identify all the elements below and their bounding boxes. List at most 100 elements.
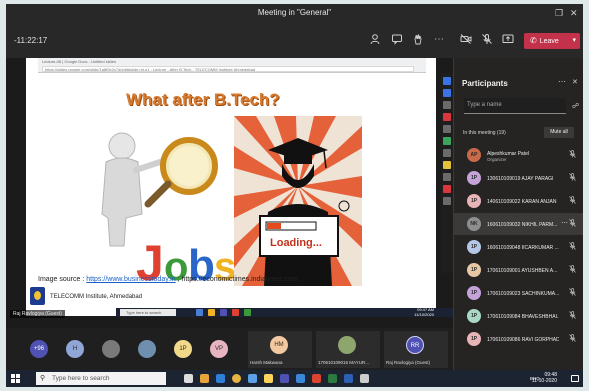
participant-row[interactable]: 1P 170610109023 SACHINKUMA... (454, 282, 583, 304)
participant-bubble[interactable] (138, 340, 156, 358)
avatar: 1P (467, 194, 481, 208)
meeting-timer: -11:22:17 (14, 36, 48, 45)
share-screen-icon[interactable] (501, 33, 515, 47)
participant-row[interactable]: NK 160610109032 NIKHIL PARM... ⋯ (454, 213, 583, 235)
annotation-palette (441, 73, 453, 273)
overflow-participants-bubble[interactable]: +96 (30, 340, 48, 358)
participant-row[interactable]: 1P 170610109086 RAVI GORPHAD (454, 328, 583, 350)
participant-row[interactable]: 1P 170610109001 AYUSHBEN A... (454, 259, 583, 281)
mute-all-button[interactable]: Mute all (544, 127, 574, 138)
tile-label: Harsh Makwana (250, 360, 283, 365)
chrome-icon[interactable] (232, 374, 241, 383)
browser-address: https://slides.google.com/slide/1a8f0e2c… (42, 66, 414, 72)
teams-icon[interactable] (280, 374, 289, 383)
participant-row[interactable]: 1P 160610109048 IICARKUMAR ... (454, 236, 583, 258)
avatar: NK (467, 217, 481, 231)
chevron-down-icon[interactable]: ▾ (572, 33, 576, 49)
participant-row[interactable]: 1P 170610109084 BHAVESHBHAI... (454, 305, 583, 327)
participant-strip: +96 H 1P VP HM Harsh Makwana 170610109016 MAY… (6, 328, 453, 370)
pen-green-tool[interactable] (443, 137, 451, 145)
avatar: 1P (467, 309, 481, 323)
restore-icon[interactable]: ❐ (555, 8, 563, 19)
system-clock[interactable]: 09:48 11-10-2020 (532, 372, 557, 384)
participant-search-input[interactable]: Type a name (464, 98, 566, 114)
jobs-illustration: J o b s (101, 132, 236, 291)
presenter-taskbar: Type here to search 09:47 AM 11/10/2020 (116, 307, 456, 317)
folder-icon[interactable] (264, 374, 273, 383)
windows-start-icon[interactable] (11, 374, 20, 383)
undo-tool[interactable] (443, 173, 451, 181)
participant-bubble[interactable] (102, 340, 120, 358)
mail-icon[interactable] (248, 374, 257, 383)
participant-row[interactable]: 1P 130610109019 AJAY PARAGI (454, 167, 583, 189)
poster-loading-text: Loading... (270, 237, 322, 249)
more-icon[interactable]: ⋯ (561, 219, 568, 227)
settings-tool[interactable] (443, 197, 451, 205)
participant-video-tile[interactable]: HM Harsh Makwana (248, 331, 312, 368)
participant-name: 170610109084 BHAVESHBHAI... (487, 314, 559, 320)
slide-heading: What after B.Tech? (126, 90, 280, 109)
leave-label: Leave (539, 38, 559, 45)
taskbar-search-input[interactable]: ⚲ Type here to search (36, 372, 166, 385)
share-invite-icon[interactable]: ☍ (572, 102, 579, 110)
mic-off-icon (569, 334, 576, 344)
camera-off-icon[interactable] (459, 33, 473, 47)
source-prefix: Image source : (38, 276, 87, 283)
leave-button[interactable]: ✆ Leave ▾ (524, 33, 580, 49)
mic-off-icon (569, 242, 576, 252)
shared-screen-stage: Lecture-08 | Google Docs - Untitled slid… (6, 58, 456, 328)
avatar: 1P (467, 240, 481, 254)
mic-off-icon (569, 265, 576, 275)
pen-yellow-tool[interactable] (443, 161, 451, 169)
participant-bubble[interactable]: VP (210, 340, 228, 358)
file-explorer-icon[interactable] (200, 374, 209, 383)
mic-off-icon (569, 173, 576, 183)
mic-off-icon (569, 196, 576, 206)
participant-name: 170610109086 RAVI GORPHAD (487, 337, 559, 343)
participant-name: 170610109023 SACHINKUMA... (487, 291, 559, 297)
participants-icon[interactable] (368, 33, 382, 47)
phone-hangup-icon: ✆ (530, 36, 537, 45)
edge-icon[interactable] (216, 374, 225, 383)
participant-video-tile[interactable]: RR Raj Ravlogiya (Guest) (384, 331, 448, 368)
settings-icon[interactable] (360, 374, 369, 383)
word-icon[interactable] (344, 374, 353, 383)
clear-tool[interactable] (443, 185, 451, 193)
participant-row[interactable]: 1P 140610109022 KARAN ANJAN (454, 190, 583, 212)
participant-bubble[interactable]: 1P (174, 340, 192, 358)
close-icon[interactable]: ✕ (572, 78, 578, 86)
chat-icon[interactable] (390, 33, 404, 47)
close-icon[interactable]: ✕ (570, 8, 578, 19)
eraser-tool[interactable] (443, 125, 451, 133)
pen-blue-tool[interactable] (443, 89, 451, 97)
clock-date: 11-10-2020 (531, 378, 557, 384)
notifications-icon[interactable] (571, 375, 579, 382)
participant-name: 170610109001 AYUSHBEN A... (487, 268, 558, 274)
powerpoint-icon[interactable] (312, 374, 321, 383)
excel-icon[interactable] (328, 374, 337, 383)
teams-meeting-window: Meeting in "General" ❐ ✕ -11:22:17 ⋯ ✆ Le… (6, 4, 583, 387)
task-view-icon[interactable] (184, 374, 193, 383)
participant-row[interactable]: AP Alpeshkumar Patel Organizer (454, 144, 583, 166)
pen-blue-tool[interactable] (443, 77, 451, 85)
participant-bubble[interactable]: H (66, 340, 84, 358)
presenter-clock-date: 11/10/2020 (414, 311, 434, 317)
more-icon[interactable]: ⋯ (558, 77, 566, 86)
line-tool[interactable] (443, 149, 451, 157)
institute-logo (30, 287, 45, 305)
mic-off-icon[interactable] (480, 33, 494, 47)
taskbar-search-label: Type here to search (52, 375, 110, 382)
participant-name: 160610109032 NIKHIL PARM... (487, 222, 558, 228)
participant-name: 160610109048 IICARKUMAR ... (487, 245, 559, 251)
pen-red-tool[interactable] (443, 113, 451, 121)
tile-label: Raj Ravlogiya (Guest) (386, 360, 431, 365)
highlighter-tool[interactable] (443, 101, 451, 109)
store-icon[interactable] (296, 374, 305, 383)
raise-hand-icon[interactable] (411, 33, 425, 47)
source-link[interactable]: https://www.businesstoday.in (86, 276, 175, 283)
presenter-clock: 09:47 AM 11/10/2020 (414, 307, 434, 317)
avatar: 1P (467, 286, 481, 300)
more-icon[interactable]: ⋯ (432, 33, 446, 47)
participant-name: 140610109022 KARAN ANJAN (487, 199, 557, 205)
participant-video-tile[interactable]: 170610109016 MAYUR... (316, 331, 380, 368)
